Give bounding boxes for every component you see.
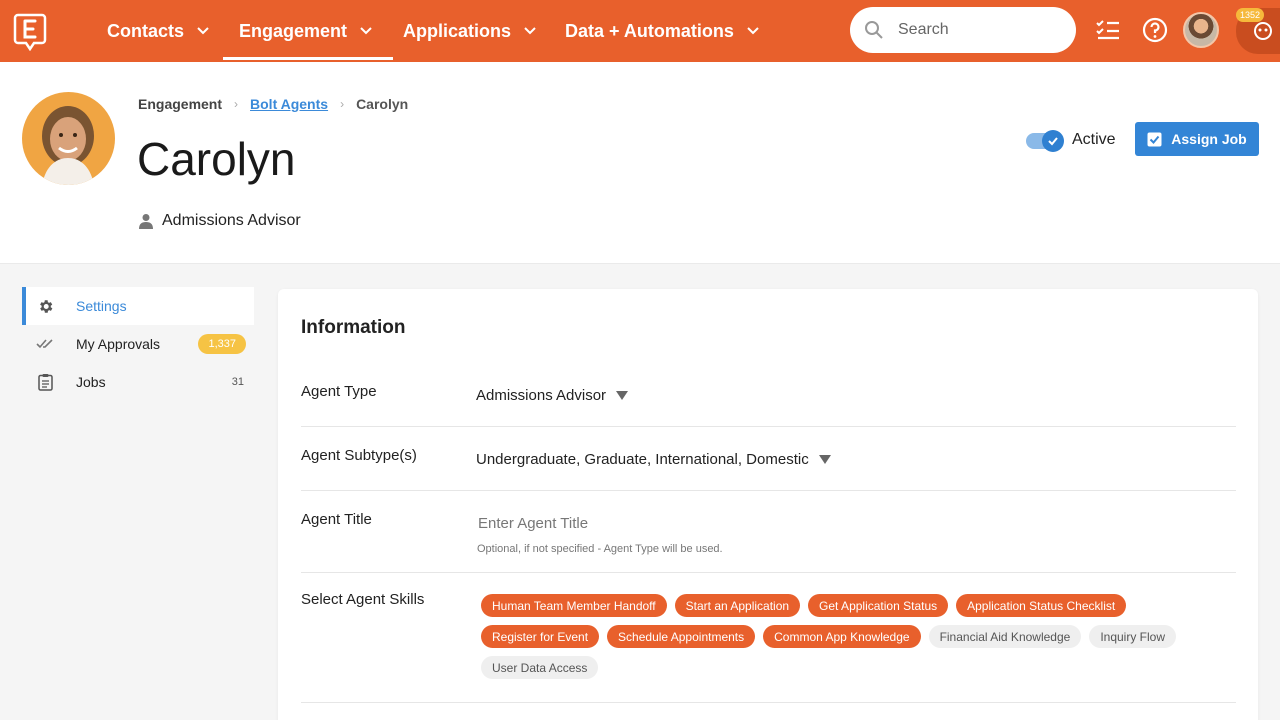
nav-applications[interactable]: Applications bbox=[403, 0, 537, 62]
nav-data-automations[interactable]: Data + Automations bbox=[565, 0, 760, 62]
breadcrumb-engagement: Engagement bbox=[138, 96, 223, 112]
sidebar-item-jobs[interactable]: Jobs 31 bbox=[22, 363, 254, 401]
assign-job-button[interactable]: Assign Job bbox=[1135, 122, 1259, 156]
assign-job-label: Assign Job bbox=[1171, 131, 1247, 147]
skill-chip[interactable]: Application Status Checklist bbox=[956, 594, 1127, 617]
jobs-count: 31 bbox=[231, 376, 244, 388]
chevron-down-icon bbox=[197, 27, 209, 35]
agent-type-label: Agent Type bbox=[301, 383, 377, 400]
skill-chip[interactable]: Inquiry Flow bbox=[1089, 625, 1177, 648]
user-avatar[interactable] bbox=[1183, 12, 1219, 48]
skill-chip[interactable]: Get Application Status bbox=[808, 594, 949, 617]
profile-photo bbox=[22, 92, 115, 185]
chevron-down-icon bbox=[747, 27, 759, 35]
skill-chip[interactable]: Financial Aid Knowledge bbox=[928, 625, 1082, 648]
agent-role-label: Admissions Advisor bbox=[162, 212, 301, 229]
agent-title-row: Agent Title Optional, if not specified -… bbox=[301, 491, 1236, 573]
task-list-icon[interactable] bbox=[1094, 16, 1122, 44]
checkbox-icon bbox=[1147, 132, 1162, 146]
breadcrumb-current: Carolyn bbox=[356, 96, 409, 112]
agent-type-row: Agent Type Admissions Advisor bbox=[301, 365, 1236, 427]
checkmark-icon bbox=[1048, 137, 1058, 146]
agent-title-hint: Optional, if not specified - Agent Type … bbox=[477, 543, 723, 555]
breadcrumb-bolt-agents-link[interactable]: Bolt Agents bbox=[250, 96, 328, 112]
agent-type-value: Admissions Advisor bbox=[476, 387, 607, 404]
robot-icon bbox=[1254, 22, 1272, 40]
skill-chip[interactable]: Start an Application bbox=[674, 594, 801, 617]
skill-chip[interactable]: Register for Event bbox=[481, 625, 600, 648]
page-title: Carolyn bbox=[137, 133, 296, 185]
information-card: Information Agent Type Admissions Adviso… bbox=[278, 289, 1258, 720]
caret-down-icon bbox=[616, 391, 629, 400]
agent-role: Admissions Advisor bbox=[138, 212, 301, 230]
agent-subtype-select[interactable]: Undergraduate, Graduate, International, … bbox=[476, 451, 831, 468]
chevron-right-icon: › bbox=[340, 97, 345, 111]
agent-title-input[interactable] bbox=[476, 513, 776, 534]
skill-chip[interactable]: Common App Knowledge bbox=[763, 625, 921, 648]
agent-title-label: Agent Title bbox=[301, 511, 372, 528]
sidebar-item-label: Settings bbox=[76, 298, 127, 314]
breadcrumb: Engagement › Bolt Agents › Carolyn bbox=[138, 96, 408, 112]
caret-down-icon bbox=[818, 455, 831, 464]
app-logo-icon[interactable] bbox=[12, 11, 48, 51]
search-icon bbox=[865, 21, 883, 39]
nav-engagement[interactable]: Engagement bbox=[222, 0, 394, 62]
nav-contacts-label: Contacts bbox=[107, 20, 185, 41]
approvals-count-badge: 1,337 bbox=[198, 334, 246, 354]
double-check-icon bbox=[36, 335, 54, 353]
nav-engagement-label: Engagement bbox=[239, 20, 348, 41]
help-icon[interactable] bbox=[1141, 16, 1169, 44]
agent-type-select[interactable]: Admissions Advisor bbox=[476, 387, 629, 404]
profile-photo-image bbox=[22, 92, 115, 185]
active-status-label: Active bbox=[1072, 131, 1116, 148]
agent-subtype-label: Agent Subtype(s) bbox=[301, 447, 417, 464]
skill-chip[interactable]: Schedule Appointments bbox=[607, 625, 756, 648]
agent-subtype-row: Agent Subtype(s) Undergraduate, Graduate… bbox=[301, 427, 1236, 491]
active-toggle[interactable] bbox=[1026, 130, 1064, 152]
chevron-down-icon bbox=[360, 27, 372, 35]
notification-badge: 1352 bbox=[1236, 8, 1265, 22]
skills-chip-list: Human Team Member Handoff Start an Appli… bbox=[481, 594, 1221, 687]
nav-data-automations-label: Data + Automations bbox=[565, 20, 734, 41]
agent-skills-label: Select Agent Skills bbox=[301, 591, 425, 608]
sidebar-item-label: Jobs bbox=[76, 374, 106, 390]
agent-skills-row: Select Agent Skills Human Team Member Ha… bbox=[301, 573, 1236, 703]
sidebar: Settings My Approvals 1,337 Jobs 31 bbox=[22, 287, 254, 401]
profile-header: Engagement › Bolt Agents › Carolyn Carol… bbox=[0, 62, 1280, 264]
skill-chip[interactable]: User Data Access bbox=[481, 656, 599, 679]
nav-contacts[interactable]: Contacts bbox=[107, 0, 210, 62]
gear-icon bbox=[36, 297, 54, 315]
chevron-right-icon: › bbox=[234, 97, 239, 111]
nav-applications-label: Applications bbox=[403, 20, 512, 41]
person-icon bbox=[139, 214, 153, 229]
sidebar-item-label: My Approvals bbox=[76, 336, 161, 352]
sidebar-item-my-approvals[interactable]: My Approvals 1,337 bbox=[22, 325, 254, 363]
top-nav-bar: Contacts Engagement Applications Data + … bbox=[0, 0, 1280, 62]
sidebar-item-settings[interactable]: Settings bbox=[22, 287, 254, 325]
search-box[interactable] bbox=[850, 7, 1076, 53]
clipboard-icon bbox=[36, 373, 54, 391]
skill-chip[interactable]: Human Team Member Handoff bbox=[481, 594, 667, 617]
search-input[interactable] bbox=[898, 21, 1048, 39]
section-title: Information bbox=[301, 317, 406, 338]
chevron-down-icon bbox=[524, 27, 536, 35]
toggle-knob bbox=[1042, 130, 1064, 152]
agent-subtype-value: Undergraduate, Graduate, International, … bbox=[476, 451, 809, 468]
